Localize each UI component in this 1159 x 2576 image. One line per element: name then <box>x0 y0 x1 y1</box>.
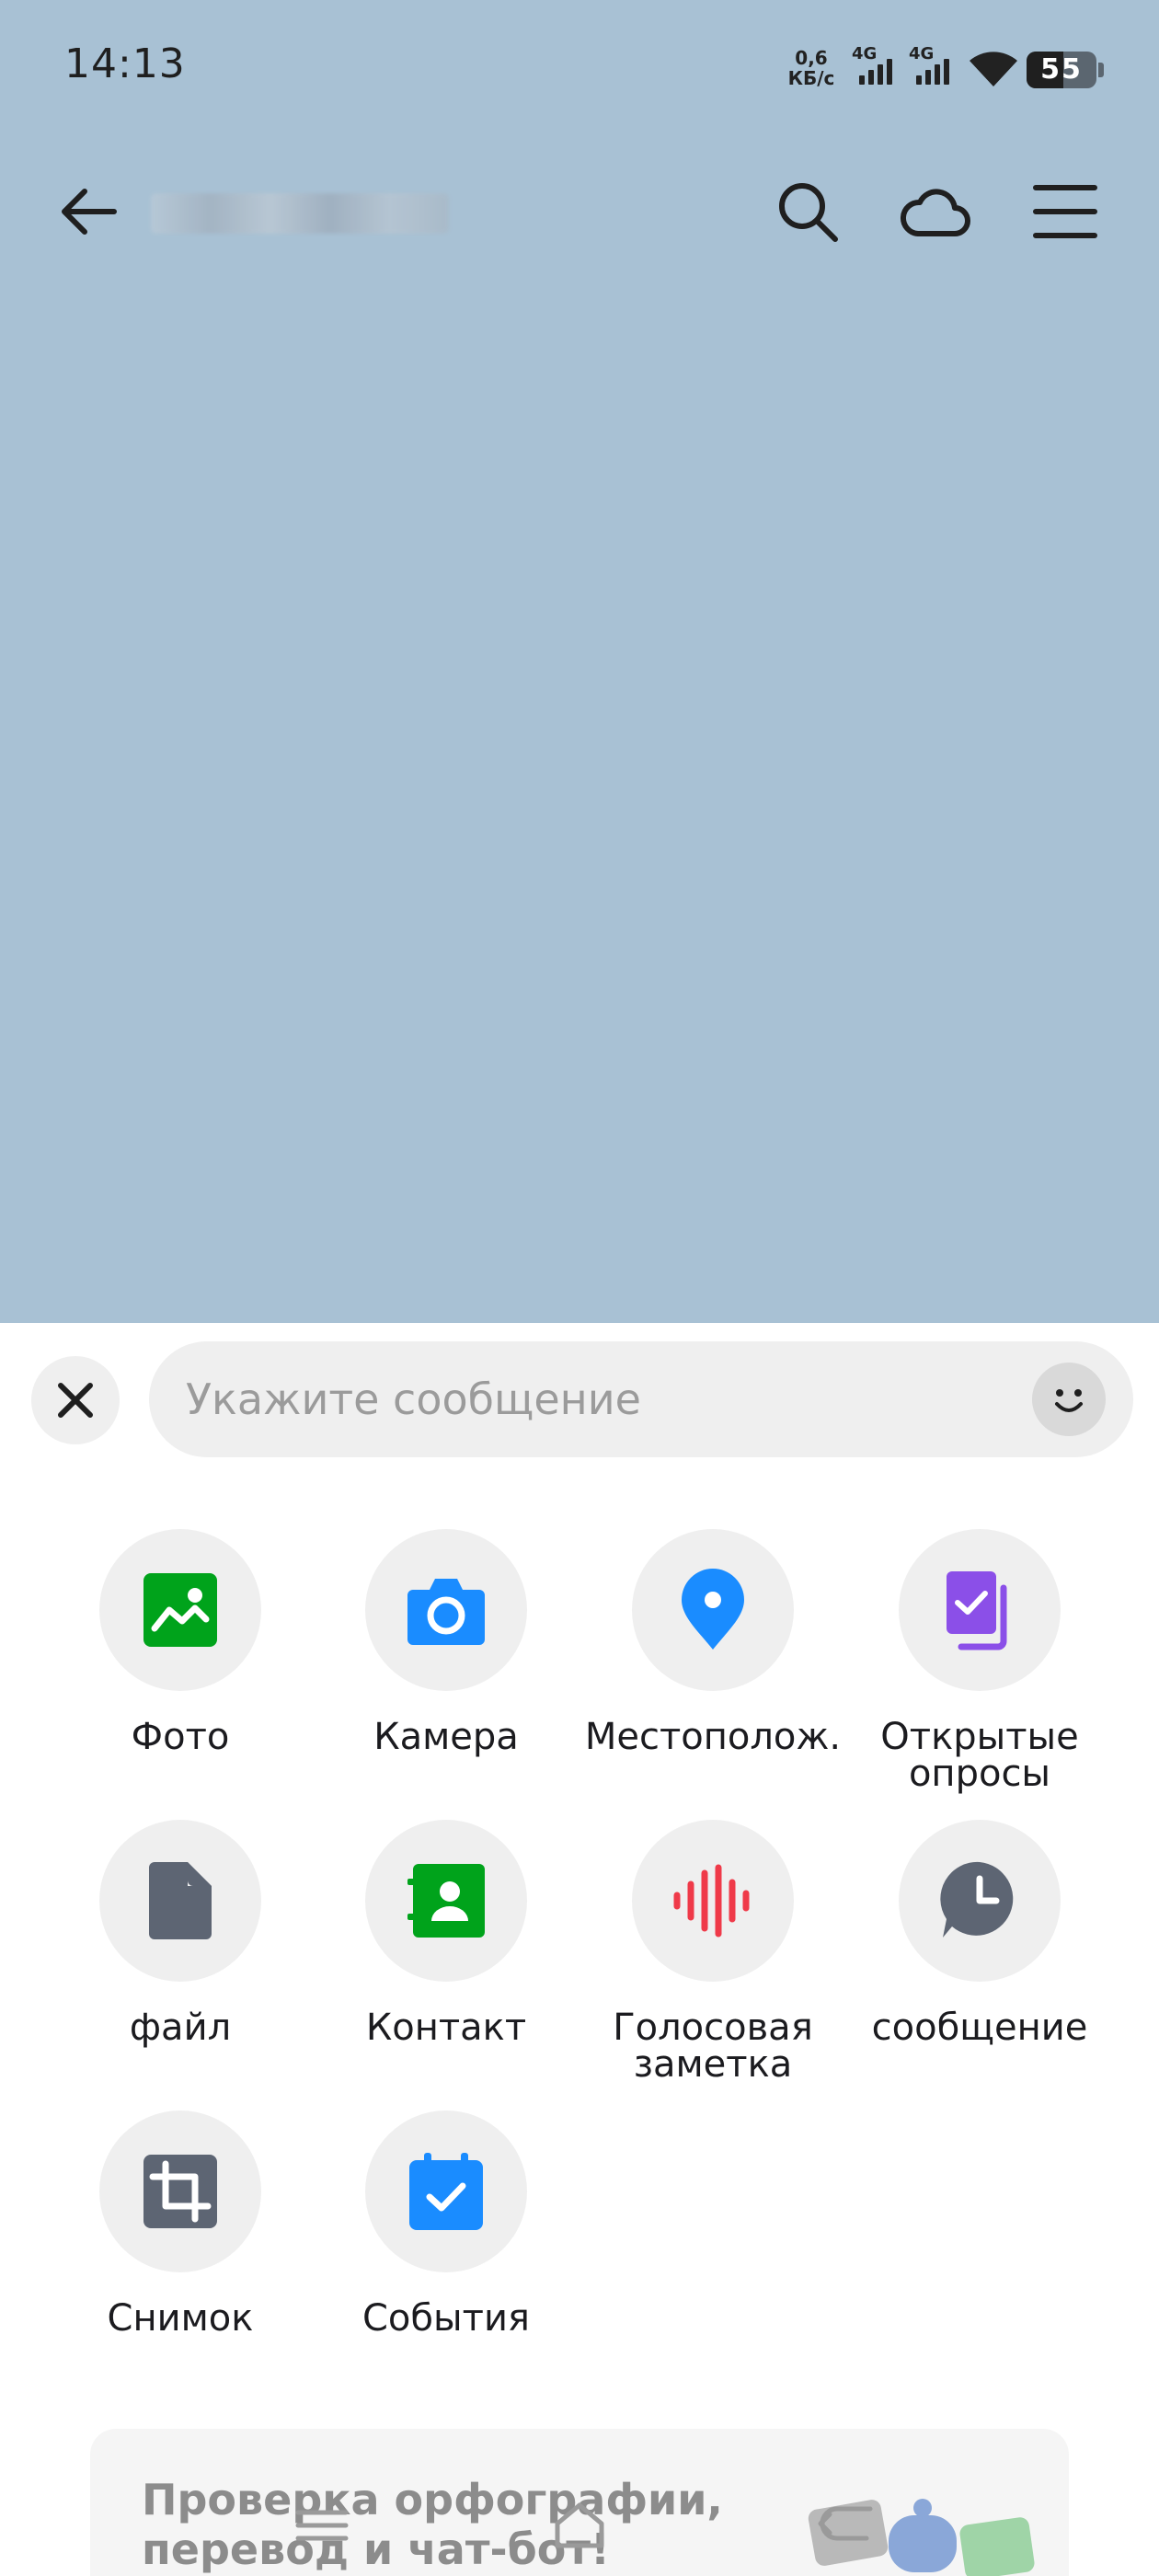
calendar-check-icon <box>409 2153 483 2230</box>
menu-button[interactable] <box>1021 167 1109 256</box>
attach-label: Контакт <box>365 2007 527 2049</box>
emoji-button[interactable] <box>1032 1363 1106 1436</box>
attach-label: Снимок <box>107 2297 254 2340</box>
attach-label: Открытые опросы <box>880 1716 1079 1795</box>
menu-icon <box>1033 185 1097 238</box>
photo-icon <box>143 1573 217 1647</box>
attach-event[interactable]: События <box>313 2110 580 2337</box>
file-icon <box>149 1862 212 1939</box>
crop-icon <box>143 2155 217 2228</box>
back-icon <box>817 2501 876 2549</box>
back-button[interactable] <box>44 167 132 256</box>
contact-icon <box>407 1864 485 1938</box>
home-icon <box>555 2502 604 2548</box>
status-time: 14:13 <box>64 40 186 87</box>
attach-label: Фото <box>131 1716 230 1758</box>
message-input[interactable] <box>186 1341 1014 1457</box>
attach-label: Голосовая заметка <box>613 2007 813 2086</box>
chat-title-blurred <box>151 193 449 234</box>
attach-screenshot[interactable]: Снимок <box>47 2110 314 2337</box>
poll-icon <box>947 1571 1007 1650</box>
scheduled-message-icon <box>940 1861 1014 1938</box>
cloud-icon <box>901 189 970 236</box>
system-navigation-bar <box>0 2475 1159 2576</box>
nav-back-button[interactable] <box>791 2475 901 2576</box>
attach-location[interactable]: Местополож. <box>580 1529 846 1755</box>
close-attachments-button[interactable] <box>31 1356 120 1444</box>
recents-button[interactable] <box>267 2475 377 2576</box>
attach-label: сообщение <box>871 2007 1088 2049</box>
attach-scheduled-message[interactable]: сообщение <box>846 1820 1113 2046</box>
attach-label: События <box>361 2297 530 2340</box>
network-speed: 0,6 КБ/с <box>786 48 837 88</box>
message-composer <box>0 1323 1159 1461</box>
network-speed-value: 0,6 <box>795 47 828 69</box>
battery-icon: 55 <box>1027 52 1096 88</box>
attach-label: Местополож. <box>584 1716 842 1758</box>
attach-voice-note[interactable]: Голосовая заметка <box>580 1820 846 2083</box>
attach-camera[interactable]: Камера <box>313 1529 580 1755</box>
recents-icon <box>295 2510 349 2541</box>
attach-contact[interactable]: Контакт <box>313 1820 580 2046</box>
location-pin-icon <box>682 1569 744 1650</box>
cloud-button[interactable] <box>892 167 981 256</box>
attach-file[interactable]: файл <box>47 1820 314 2046</box>
close-icon <box>58 1383 93 1418</box>
status-bar: 14:13 0,6 КБ/с 4G 4G 55 <box>0 0 1159 138</box>
wifi-icon <box>970 52 1017 86</box>
attach-label: файл <box>129 2007 232 2049</box>
sim1-signal-icon: 4G <box>852 44 900 88</box>
battery-level: 55 <box>1040 53 1083 86</box>
smiley-icon <box>1055 1389 1083 1412</box>
search-icon <box>779 183 838 242</box>
voice-note-icon <box>673 1864 750 1938</box>
attach-photo[interactable]: Фото <box>47 1529 314 1755</box>
attach-label: Камера <box>373 1716 519 1758</box>
camera-icon <box>407 1579 485 1645</box>
attach-poll[interactable]: Открытые опросы <box>846 1529 1113 1792</box>
chat-header <box>0 156 1159 267</box>
sim2-signal-icon: 4G <box>909 44 957 88</box>
search-button[interactable] <box>763 167 852 256</box>
message-input-container <box>149 1341 1133 1457</box>
home-button[interactable] <box>524 2475 635 2576</box>
network-speed-unit: КБ/с <box>787 67 835 89</box>
arrow-left-icon <box>62 189 117 235</box>
